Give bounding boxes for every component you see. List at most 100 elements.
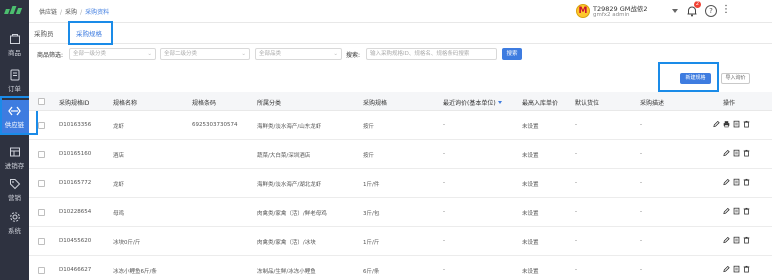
product-filter-label: 商品筛选: xyxy=(37,52,64,59)
cell-location: - xyxy=(575,180,577,186)
sidebar-item-label: 进销存 xyxy=(4,162,25,170)
sidebar-item-supply-chain[interactable]: 供应链 xyxy=(0,100,29,134)
cell-location: - xyxy=(575,267,577,273)
col-header-barcode: 规格条码 xyxy=(192,100,217,107)
edit-icon[interactable] xyxy=(713,120,720,128)
cell-desc: - xyxy=(640,151,642,157)
cell-location: - xyxy=(575,122,577,128)
cell-spec: 按斤 xyxy=(363,153,375,159)
cell-category: 海鲜类/淡水海产/湖北龙虾 xyxy=(257,182,322,188)
breadcrumb-item[interactable]: 供应链 xyxy=(39,9,57,16)
sort-down-icon[interactable] xyxy=(497,101,502,104)
cell-name: 母鸡 xyxy=(113,211,125,217)
breadcrumb-item[interactable]: 采购 xyxy=(65,9,77,16)
top-bar: 供应链 / 采购 / 采购资料 xyxy=(29,0,772,23)
delete-icon[interactable] xyxy=(743,236,750,244)
edit-icon[interactable] xyxy=(723,265,730,273)
cell-name: 冰块0斤/斤 xyxy=(113,240,141,246)
edit-icon[interactable] xyxy=(723,178,730,186)
category1-select[interactable]: 全部一级分类 ⌄ xyxy=(69,48,156,60)
col-header-category: 所属分类 xyxy=(257,100,282,107)
delete-icon[interactable] xyxy=(743,265,750,273)
tab-purchase-spec[interactable]: 采购规格 xyxy=(72,27,106,42)
cell-max-price: 未设置 xyxy=(522,153,539,159)
cell-max-price: 未设置 xyxy=(522,182,539,188)
cell-spec: 1斤/件 xyxy=(363,182,380,188)
cell-desc: - xyxy=(640,238,642,244)
select-all-checkbox[interactable] xyxy=(38,98,45,105)
chevron-down-icon: ⌄ xyxy=(333,51,338,57)
row-checkbox[interactable] xyxy=(38,151,45,158)
table-row: D10455620 冰块0斤/斤 肉禽类/家禽（活）/冰块 1斤/斤 - 未设置 - - xyxy=(29,227,772,256)
help-icon[interactable]: ? xyxy=(705,5,717,17)
col-header-last-price[interactable]: 最近询价(基本单位) xyxy=(443,98,502,107)
row-checkbox[interactable] xyxy=(38,238,45,245)
cell-location: - xyxy=(575,209,577,215)
copy-icon[interactable] xyxy=(733,120,740,128)
sidebar-item-system[interactable]: 系统 xyxy=(0,211,29,241)
category2-select[interactable]: 全部二级分类 ⌄ xyxy=(160,48,250,60)
col-header-id[interactable]: 采购规格ID xyxy=(59,98,89,107)
delete-icon[interactable] xyxy=(743,149,750,157)
copy-icon[interactable] xyxy=(733,207,740,215)
notification-badge: 2 xyxy=(694,1,701,8)
edit-icon[interactable] xyxy=(723,207,730,215)
cell-last-price: - xyxy=(443,151,445,157)
search-input[interactable]: 输入采购规格ID、规格名、规格条码搜索 xyxy=(366,48,497,60)
cell-spec: 1斤/斤 xyxy=(363,240,380,246)
cell-id: D10455620 xyxy=(59,238,92,244)
copy-icon[interactable] xyxy=(733,178,740,186)
cell-location: - xyxy=(575,238,577,244)
table-header: 采购规格ID 规格名称 规格条码 所属分类 采购规格 最近询价(基本单位) 最高… xyxy=(29,92,772,111)
cell-last-price: - xyxy=(443,122,445,128)
col-header-spec: 采购规格 xyxy=(363,100,388,107)
delete-icon[interactable] xyxy=(743,178,750,186)
sidebar: 商品 订单 供应链 进销存 营销 系统 xyxy=(0,0,29,280)
row-checkbox[interactable] xyxy=(38,209,45,216)
edit-icon[interactable] xyxy=(723,236,730,244)
shop-user: gmfx2 admin xyxy=(593,12,630,18)
brand-select[interactable]: 全部品类 ⌄ xyxy=(255,48,342,60)
app-logo xyxy=(4,6,24,14)
edit-icon[interactable] xyxy=(723,149,730,157)
copy-icon[interactable] xyxy=(733,236,740,244)
sidebar-item-products[interactable]: 商品 xyxy=(0,33,29,63)
cell-max-price: 未设置 xyxy=(522,240,539,246)
table-row: D10163356 龙虾 6925303730574 海鲜类/淡水海产/山东龙虾 按斤 -… xyxy=(29,111,772,140)
cell-name: 龙虾 xyxy=(113,182,125,188)
order-icon xyxy=(10,69,19,81)
filter-bar: 商品筛选: 全部一级分类 ⌄ 全部二级分类 ⌄ 全部品类 ⌄ 搜索: 输入采购规格ID… xyxy=(29,44,772,66)
cell-max-price: 未设置 xyxy=(522,211,539,217)
row-checkbox[interactable] xyxy=(38,180,45,187)
copy-icon[interactable] xyxy=(733,149,740,157)
print-icon[interactable] xyxy=(723,120,730,128)
cell-desc: - xyxy=(640,122,642,128)
col-header-name: 规格名称 xyxy=(113,100,138,107)
copy-icon[interactable] xyxy=(733,265,740,273)
breadcrumb: 供应链 / 采购 / 采购资料 xyxy=(39,9,110,16)
category1-placeholder: 全部一级分类 xyxy=(73,51,107,57)
cell-desc: - xyxy=(640,209,642,215)
import-quote-button[interactable]: 导入询价 xyxy=(721,73,750,84)
row-checkbox[interactable] xyxy=(38,267,45,274)
row-checkbox[interactable] xyxy=(38,122,45,129)
chevron-down-icon[interactable] xyxy=(672,9,678,13)
row-actions xyxy=(723,236,750,244)
category2-placeholder: 全部二级分类 xyxy=(164,51,198,57)
cell-id: D10228654 xyxy=(59,209,92,215)
more-icon[interactable]: ⋮ xyxy=(721,4,731,16)
sidebar-item-marketing[interactable]: 营销 xyxy=(0,178,29,208)
cell-name: 冰冻小鲤鱼6斤/条 xyxy=(113,269,157,275)
search-button[interactable]: 搜索 xyxy=(502,48,522,60)
cell-location: - xyxy=(575,151,577,157)
chevron-down-icon: ⌄ xyxy=(147,51,152,57)
sidebar-item-inventory[interactable]: 进销存 xyxy=(0,146,29,176)
col-header-desc: 采购描述 xyxy=(640,100,665,107)
delete-icon[interactable] xyxy=(743,207,750,215)
sidebar-item-orders[interactable]: 订单 xyxy=(0,69,29,99)
tab-buyer[interactable]: 采购员 xyxy=(30,27,58,42)
delete-icon[interactable] xyxy=(743,120,750,128)
tab-bar: 采购员 采购规格 xyxy=(29,24,772,44)
cell-spec: 按斤 xyxy=(363,124,375,130)
new-spec-button[interactable]: 新建规格 xyxy=(680,73,711,84)
